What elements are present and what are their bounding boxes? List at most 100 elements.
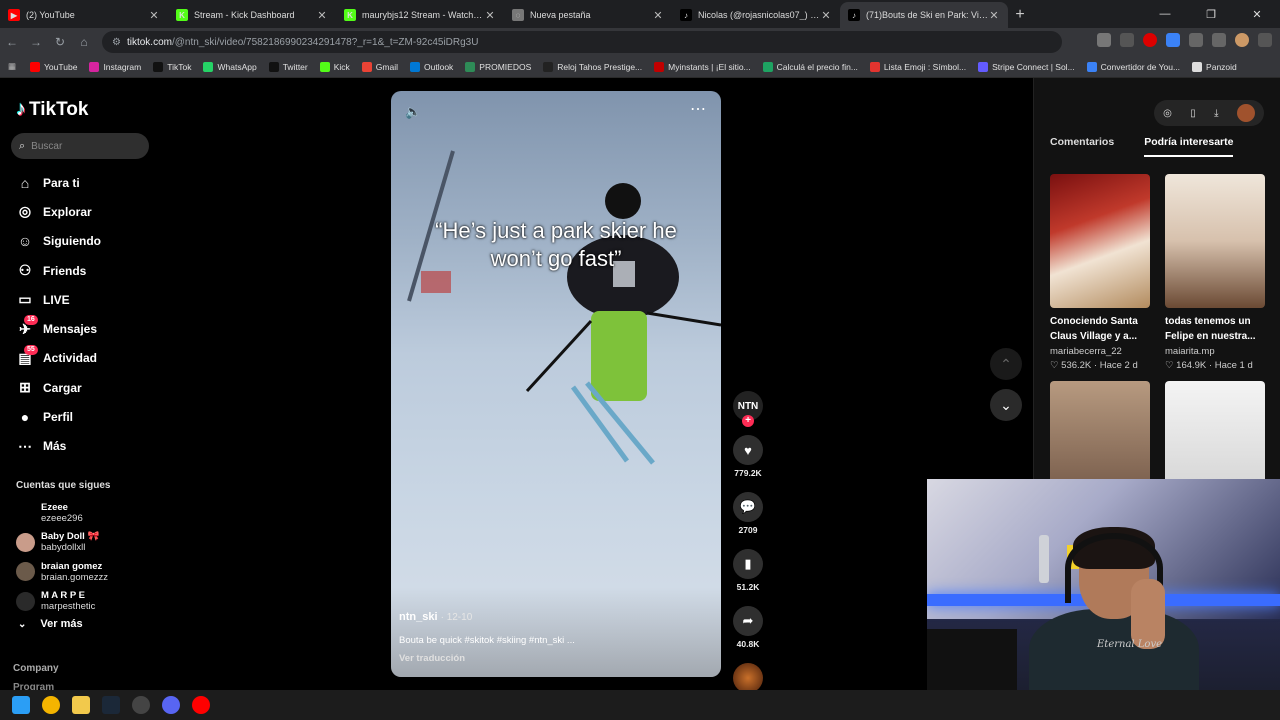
bookmark-item[interactable]: Myinstants | ¡El sitio... <box>654 61 751 72</box>
video-thumbnail[interactable] <box>1050 174 1150 308</box>
previous-video-button[interactable]: ⌃ <box>990 348 1022 380</box>
tab-close-icon[interactable]: ✕ <box>148 9 160 22</box>
reload-icon[interactable]: ↻ <box>48 35 72 49</box>
forward-icon[interactable]: → <box>24 35 48 49</box>
bookmark-item[interactable]: Lista Emoji : Símbol... <box>869 61 966 72</box>
browser-tab[interactable]: ▶ (2) YouTube ✕ <box>0 2 168 28</box>
tab-comments[interactable]: Comentarios <box>1050 136 1114 157</box>
discord-icon[interactable] <box>162 696 180 714</box>
url-input[interactable]: ⚙ tiktok.com/@ntn_ski/video/758218699023… <box>102 31 1062 53</box>
bookmark-item[interactable]: Twitter <box>268 61 308 72</box>
chrome-icon[interactable] <box>42 696 60 714</box>
bookmark-item[interactable]: TikTok <box>153 61 191 72</box>
following-account[interactable]: Baby Doll 🎀 babydollxll <box>16 528 108 558</box>
follow-plus-icon[interactable]: + <box>742 415 754 427</box>
sidebar-item[interactable]: ⊞ Cargar <box>16 373 101 402</box>
company-link[interactable]: Company <box>13 663 59 674</box>
video-author[interactable]: ntn_ski <box>399 611 438 623</box>
bookmark-item[interactable]: Panzoid <box>1192 61 1237 72</box>
bookmark-item[interactable]: YouTube <box>30 61 77 72</box>
bookmark-item[interactable]: Instagram <box>89 61 141 72</box>
bookmark-item[interactable]: Gmail <box>361 61 398 72</box>
user-avatar[interactable] <box>1236 104 1255 122</box>
video-player[interactable]: 🔈 ⋯ “He’s just a park skier he won’t go … <box>391 91 721 677</box>
bookmark-star-icon[interactable] <box>1120 33 1134 47</box>
steam-icon[interactable] <box>102 696 120 714</box>
bookmark-item[interactable]: WhatsApp <box>203 61 257 72</box>
heart-icon[interactable]: ♥ <box>733 435 763 465</box>
close-window-button[interactable]: ✕ <box>1234 0 1280 28</box>
video-author-line[interactable]: ntn_ski · 12-10 <box>399 611 472 623</box>
extension-blue-icon[interactable] <box>1166 33 1180 47</box>
file-explorer-icon[interactable] <box>72 696 90 714</box>
bookmark-item[interactable]: Convertidor de You... <box>1086 61 1180 72</box>
like-action[interactable]: ♥ 779.2K <box>731 435 765 478</box>
sidebar-item[interactable]: ⋯ Más <box>16 432 101 461</box>
video-more-icon[interactable]: ⋯ <box>690 99 707 119</box>
tiktok-logo[interactable]: ♪ TikTok <box>16 98 88 121</box>
comment-icon[interactable]: 💬 <box>733 492 763 522</box>
bookmark-item[interactable]: Kick <box>319 61 350 72</box>
tab-close-icon[interactable]: ✕ <box>652 9 664 22</box>
minimize-button[interactable]: — <box>1142 0 1188 28</box>
following-account[interactable]: braian gomez braian.gomezzz <box>16 557 108 587</box>
back-icon[interactable]: ← <box>0 35 24 49</box>
browser-tab[interactable]: ♪ (71)Bouts de Ski en Park: Vitess ✕ <box>840 2 1008 28</box>
home-browser-icon[interactable]: ⌂ <box>72 35 96 49</box>
video-thumbnail[interactable] <box>1165 174 1265 308</box>
following-account[interactable]: M A R P Emarpesthetic <box>16 587 108 617</box>
volume-icon[interactable]: 🔈 <box>405 104 421 120</box>
browser-tab[interactable]: ♪ Nicolas (@rojasnicolas07_) | Tik ✕ <box>672 2 840 28</box>
sidebar-item[interactable]: ☺ Siguiendo <box>16 227 101 256</box>
bookmark-item[interactable]: Reloj Tahos Prestige... <box>543 61 642 72</box>
youtube-app-icon[interactable] <box>192 696 210 714</box>
browser-tab[interactable]: K Stream - Kick Dashboard ✕ <box>168 2 336 28</box>
music-disc-icon[interactable] <box>733 663 763 693</box>
site-info-icon[interactable]: ⚙ <box>112 37 121 48</box>
apps-grid-icon[interactable]: ▦ <box>8 61 16 72</box>
search-input[interactable]: ⌕ Buscar <box>11 133 149 159</box>
sidebar-item[interactable]: ⚇ Friends <box>16 256 101 285</box>
sidebar-item[interactable]: ▤ 55 Actividad <box>16 344 101 373</box>
tab-suggested[interactable]: Podría interesarte <box>1144 136 1234 157</box>
bookmark-icon[interactable]: ▮ <box>733 549 763 579</box>
ver-mas-button[interactable]: ⌄ Ver más <box>18 618 83 630</box>
tab-close-icon[interactable]: ✕ <box>484 9 496 22</box>
translate-link[interactable]: Ver traducción <box>399 653 465 664</box>
bookmark-item[interactable]: Stripe Connect | Sol... <box>978 61 1075 72</box>
bookmark-item[interactable]: Outlook <box>410 61 453 72</box>
browser-tab[interactable]: ◌ Nueva pestaña ✕ <box>504 2 672 28</box>
extensions-puzzle-icon[interactable] <box>1189 33 1203 47</box>
save-action[interactable]: ▮ 51.2K <box>731 549 765 592</box>
browser-tab[interactable]: Kmaurybjs12 Stream - Watch Liv ✕ <box>336 2 504 28</box>
download-icon[interactable]: ⤓ <box>1214 108 1218 119</box>
menu-dots-icon[interactable] <box>1258 33 1272 47</box>
suggested-video-card[interactable]: todas tenemos un Felipe en nuestra... mai… <box>1165 174 1265 371</box>
next-video-button[interactable]: ⌄ <box>990 389 1022 421</box>
extension-red-icon[interactable] <box>1143 33 1157 47</box>
profile-browser-icon[interactable] <box>1235 33 1249 47</box>
sidebar-item[interactable]: ● Perfil <box>16 402 101 431</box>
following-account[interactable]: Ezeee ezeee296 <box>16 498 108 528</box>
new-tab-button[interactable]: + <box>1008 2 1032 28</box>
sidebar-item[interactable]: ⌂ Para ti <box>16 168 101 197</box>
creator-avatar[interactable]: NTN + <box>733 391 763 427</box>
suggested-video-card[interactable]: Conociendo Santa Claus Village y a... mar… <box>1050 174 1150 371</box>
media-icon[interactable] <box>1212 33 1226 47</box>
obs-icon[interactable] <box>132 696 150 714</box>
sidebar-item[interactable]: ▭ LIVE <box>16 285 101 314</box>
card-username[interactable]: maiarita.mp <box>1165 346 1265 357</box>
card-username[interactable]: mariabecerra_22 <box>1050 346 1150 357</box>
sidebar-item[interactable]: ◎ Explorar <box>16 197 101 226</box>
share-action[interactable]: ➦ 40.8K <box>731 606 765 649</box>
install-icon[interactable] <box>1097 33 1111 47</box>
tab-close-icon[interactable]: ✕ <box>988 9 1000 22</box>
maximize-button[interactable]: ❐ <box>1188 0 1234 28</box>
compass-small-icon[interactable]: ◎ <box>1163 108 1172 119</box>
comment-action[interactable]: 💬 2709 <box>731 492 765 535</box>
share-icon[interactable]: ➦ <box>733 606 763 636</box>
tab-close-icon[interactable]: ✕ <box>820 9 832 22</box>
windows-start-icon[interactable] <box>12 696 30 714</box>
tab-close-icon[interactable]: ✕ <box>316 9 328 22</box>
bookmark-item[interactable]: Calculá el precio fin... <box>762 61 858 72</box>
